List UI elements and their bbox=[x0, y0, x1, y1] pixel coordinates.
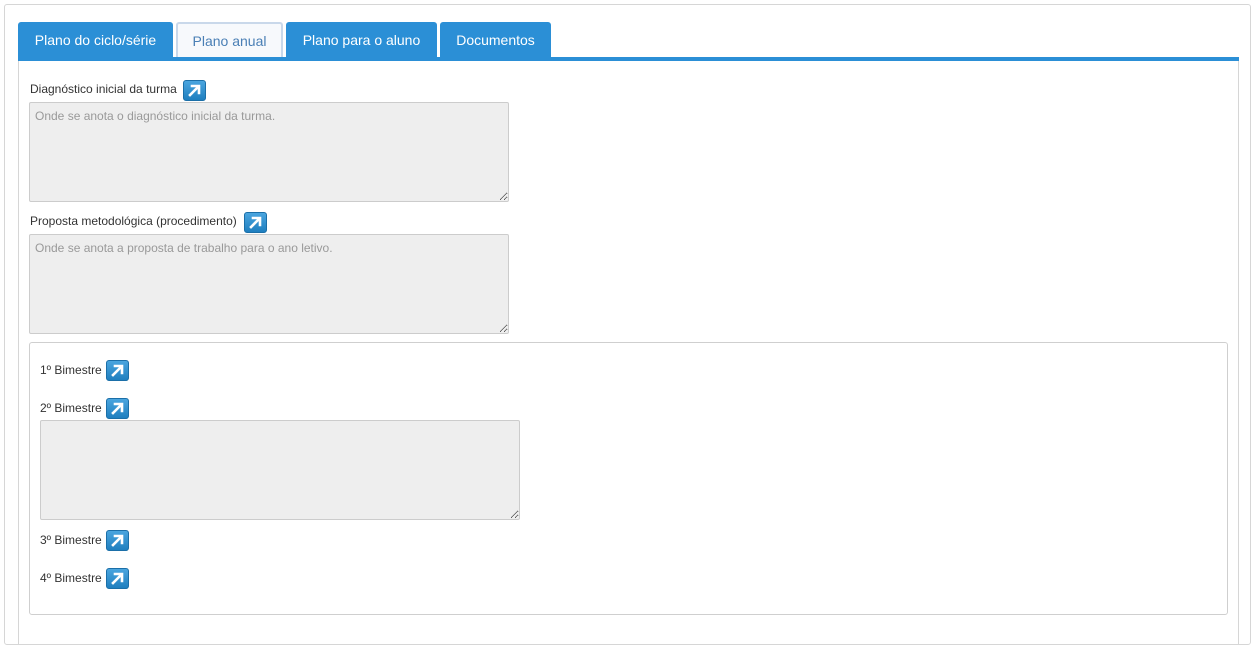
proposta-textarea[interactable] bbox=[29, 234, 509, 334]
tab-plano-para-o-aluno[interactable]: Plano para o aluno bbox=[286, 22, 437, 58]
expand-arrow-icon bbox=[111, 402, 124, 415]
bimestre-2-textarea[interactable] bbox=[40, 420, 520, 520]
bimestre-3-label: 3º Bimestre bbox=[40, 533, 102, 547]
tab-documentos[interactable]: Documentos bbox=[440, 22, 551, 58]
tab-plano-ciclo-serie[interactable]: Plano do ciclo/série bbox=[18, 22, 173, 58]
expand-arrow-icon bbox=[188, 84, 201, 97]
bimestre-1-expand-button[interactable] bbox=[106, 360, 129, 381]
bimestre-3-expand-button[interactable] bbox=[106, 530, 129, 551]
expand-arrow-icon bbox=[111, 534, 124, 547]
diagnostico-label: Diagnóstico inicial da turma bbox=[30, 82, 177, 96]
diagnostico-textarea[interactable] bbox=[29, 102, 509, 202]
proposta-label: Proposta metodológica (procedimento) bbox=[30, 214, 237, 228]
expand-arrow-icon bbox=[111, 572, 124, 585]
bimestre-1-label: 1º Bimestre bbox=[40, 363, 102, 377]
proposta-expand-button[interactable] bbox=[244, 212, 267, 233]
bimestre-4-expand-button[interactable] bbox=[106, 568, 129, 589]
bimestre-4-label: 4º Bimestre bbox=[40, 571, 102, 585]
diagnostico-expand-button[interactable] bbox=[183, 80, 206, 101]
expand-arrow-icon bbox=[111, 364, 124, 377]
bimestre-2-expand-button[interactable] bbox=[106, 398, 129, 419]
tab-plano-anual[interactable]: Plano anual bbox=[176, 22, 283, 58]
bimestre-2-label: 2º Bimestre bbox=[40, 401, 102, 415]
expand-arrow-icon bbox=[249, 216, 262, 229]
